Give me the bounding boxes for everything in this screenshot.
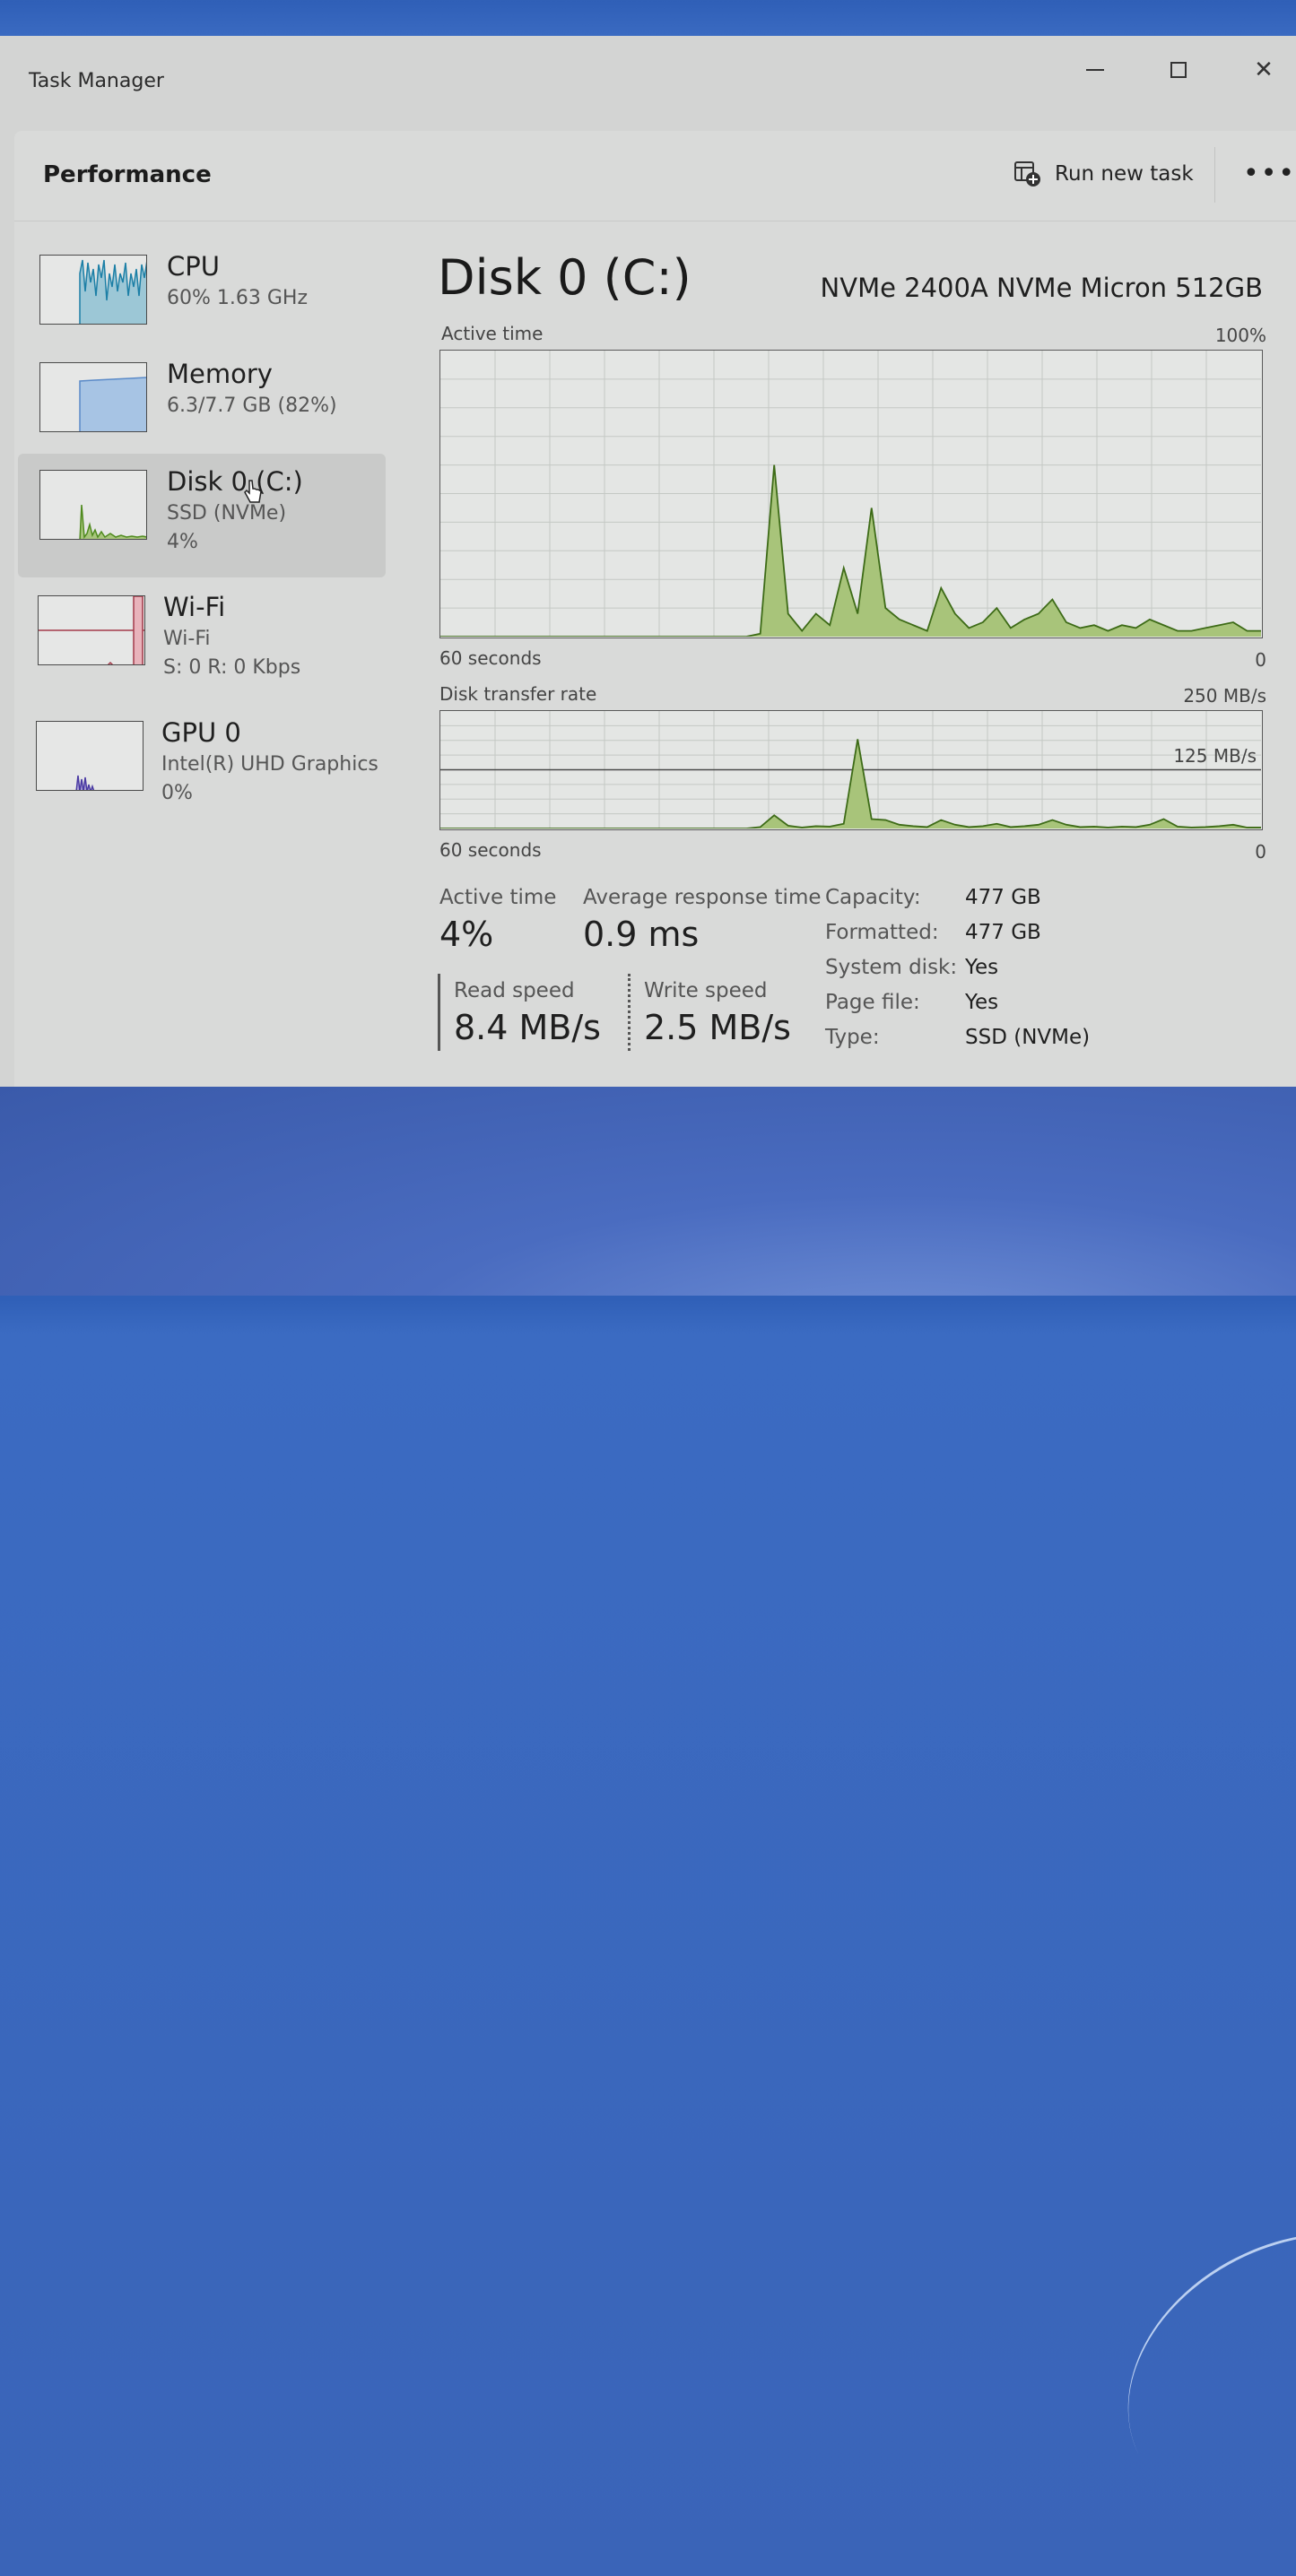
maximize-button[interactable] <box>1158 52 1199 88</box>
more-options-button[interactable]: ••• <box>1243 158 1296 189</box>
response-time-value: 0.9 ms <box>583 915 700 954</box>
capacity-key: Capacity: <box>825 886 921 909</box>
task-manager-window: Task Manager ✕ Performance Run new task … <box>0 36 1296 1087</box>
active-time-chart-label: Active time <box>441 323 544 344</box>
page-file-key: Page file: <box>825 991 920 1014</box>
performance-page: Performance Run new task ••• CPU 60% 1.6… <box>14 131 1296 1087</box>
read-speed-indicator <box>438 974 440 1051</box>
desktop-background <box>0 1085 1296 2576</box>
sidebar-item-label: Disk 0 (C:) <box>167 466 303 497</box>
run-new-task-label: Run new task <box>1055 162 1194 186</box>
page-header: Performance Run new task ••• <box>14 131 1296 221</box>
sidebar-item-detail: SSD (NVMe) <box>167 502 287 525</box>
formatted-value: 477 GB <box>965 921 1041 944</box>
sidebar-item-detail: Wi-Fi <box>163 628 211 650</box>
minimize-button[interactable] <box>1074 52 1116 88</box>
disk-model: NVMe 2400A NVMe Micron 512GB <box>820 273 1263 303</box>
formatted-key: Formatted: <box>825 921 939 944</box>
sidebar-item-usage: 4% <box>167 531 198 553</box>
page-file-value: Yes <box>965 991 999 1014</box>
type-key: Type: <box>825 1026 880 1049</box>
response-time-label: Average response time <box>583 886 822 909</box>
run-task-icon <box>1014 161 1040 186</box>
sidebar-item-label: Memory <box>167 359 273 389</box>
transfer-chart-label: Disk transfer rate <box>439 683 597 705</box>
transfer-min-label: 0 <box>1255 841 1266 863</box>
sidebar-item-gpu[interactable]: GPU 0 Intel(R) UHD Graphics 0% <box>18 705 386 828</box>
active-time-duration-label: 60 seconds <box>439 647 542 669</box>
active-time-plot <box>440 351 1261 637</box>
memory-thumbnail <box>39 362 147 432</box>
sidebar-item-detail: 60% 1.63 GHz <box>167 287 309 309</box>
disk-details-panel: Disk 0 (C:) NVMe 2400A NVMe Micron 512GB… <box>438 221 1281 1087</box>
active-time-min-label: 0 <box>1255 649 1266 671</box>
transfer-rate-chart: 125 MB/s <box>439 710 1263 830</box>
active-time-stat-label: Active time <box>439 886 557 909</box>
sidebar-item-label: CPU <box>167 251 220 282</box>
transfer-max-label: 250 MB/s <box>1183 685 1266 707</box>
sidebar-item-label: GPU 0 <box>161 717 241 748</box>
gpu-thumbnail <box>36 721 144 791</box>
read-speed-value: 8.4 MB/s <box>454 1008 601 1047</box>
system-disk-value: Yes <box>965 956 999 979</box>
sidebar-item-cpu[interactable]: CPU 60% 1.63 GHz <box>18 239 386 362</box>
sidebar-item-memory[interactable]: Memory 6.3/7.7 GB (82%) <box>18 346 386 470</box>
close-button[interactable]: ✕ <box>1243 52 1284 88</box>
page-title: Performance <box>43 161 212 188</box>
active-time-max-label: 100% <box>1214 325 1266 346</box>
run-new-task-button[interactable]: Run new task <box>1013 160 1194 188</box>
disk-thumbnail <box>39 470 147 540</box>
transfer-mid-label: 125 MB/s <box>1173 745 1257 767</box>
hand-cursor-icon <box>244 480 262 503</box>
disk-title: Disk 0 (C:) <box>438 249 691 306</box>
active-time-chart <box>439 350 1263 638</box>
wifi-thumbnail <box>38 595 145 665</box>
maximize-icon <box>1170 62 1187 78</box>
sidebar-item-usage: 0% <box>161 782 193 804</box>
sidebar-item-wifi[interactable]: Wi-Fi Wi-Fi S: 0 R: 0 Kbps <box>18 579 386 703</box>
sidebar-item-detail: 6.3/7.7 GB (82%) <box>167 395 337 417</box>
resource-sidebar: CPU 60% 1.63 GHz Memory 6.3/7.7 GB (82%) <box>14 221 391 1087</box>
system-disk-key: System disk: <box>825 956 958 979</box>
read-speed-label: Read speed <box>454 979 575 1002</box>
title-bar[interactable]: Task Manager ✕ <box>0 36 1296 126</box>
cpu-thumbnail <box>39 255 147 325</box>
minimize-icon <box>1086 69 1104 71</box>
transfer-rate-plot <box>440 711 1261 829</box>
type-value: SSD (NVMe) <box>965 1026 1091 1049</box>
capacity-value: 477 GB <box>965 886 1041 909</box>
sidebar-item-detail: Intel(R) UHD Graphics <box>161 753 378 776</box>
sidebar-item-throughput: S: 0 R: 0 Kbps <box>163 656 301 679</box>
sidebar-item-disk[interactable]: Disk 0 (C:) SSD (NVMe) 4% <box>18 454 386 577</box>
close-icon: ✕ <box>1254 56 1274 83</box>
app-title: Task Manager <box>29 70 164 92</box>
write-speed-value: 2.5 MB/s <box>644 1008 791 1047</box>
header-divider <box>1214 147 1215 203</box>
transfer-duration-label: 60 seconds <box>439 839 542 861</box>
wallpaper-swoosh <box>1080 2178 1296 2576</box>
write-speed-indicator <box>628 974 631 1051</box>
write-speed-label: Write speed <box>644 979 768 1002</box>
active-time-stat-value: 4% <box>439 915 494 954</box>
sidebar-item-label: Wi-Fi <box>163 592 226 622</box>
